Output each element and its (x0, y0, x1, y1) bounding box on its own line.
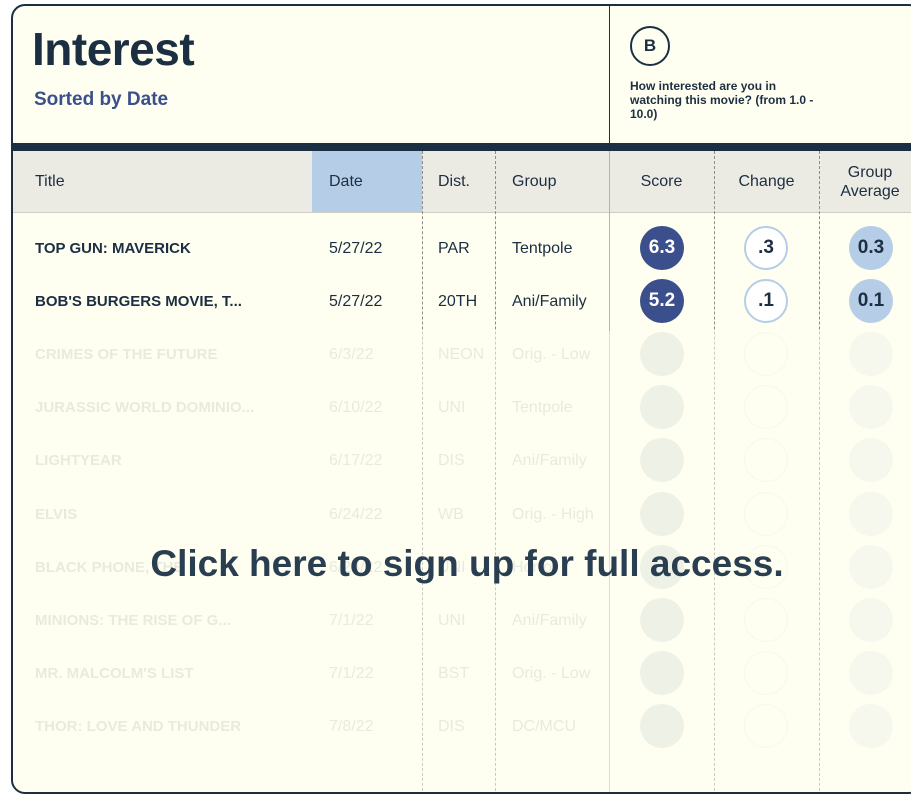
col-header-date[interactable]: Date (312, 151, 422, 212)
col-header-group-average[interactable]: Group Average (819, 151, 911, 212)
change-circle: .3 (744, 226, 788, 270)
table-row[interactable]: BOB'S BURGERS MOVIE, T... 5/27/22 20TH Ani/… (13, 275, 911, 328)
release-date: 5/27/22 (329, 292, 383, 310)
sort-label[interactable]: Sorted by Date (34, 89, 168, 111)
score-circle: 6.3 (640, 226, 684, 270)
col-header-score[interactable]: Score (609, 151, 714, 212)
header-divider (609, 6, 610, 143)
group-average-circle: 0.1 (849, 279, 893, 323)
section-badge: B (630, 26, 670, 66)
release-date: 5/27/22 (329, 239, 383, 257)
distributor: PAR (438, 239, 470, 257)
group-average-circle: 0.3 (849, 226, 893, 270)
signup-cta-link[interactable]: Click here to sign up for full access. (13, 537, 911, 591)
change-circle: .1 (744, 279, 788, 323)
col-header-dist[interactable]: Dist. (422, 151, 495, 212)
column-header-row: Title Date Dist. Group Score Change Grou… (13, 151, 911, 213)
page-title: Interest (32, 23, 195, 75)
movie-title: TOP GUN: MAVERICK (35, 240, 191, 257)
question-text: How interested are you in watching this … (630, 79, 814, 121)
col-header-group[interactable]: Group (495, 151, 609, 212)
col-header-change[interactable]: Change (714, 151, 819, 212)
movie-group: Tentpole (512, 239, 573, 257)
card-header: Interest Sorted by Date B How interested… (13, 6, 911, 143)
table-row[interactable]: TOP GUN: MAVERICK 5/27/22 PAR Tentpole 6.3 .3… (13, 222, 911, 275)
distributor: 20TH (438, 292, 478, 310)
movie-group: Ani/Family (512, 292, 587, 310)
movie-title: BOB'S BURGERS MOVIE, T... (35, 293, 242, 310)
interest-card: Interest Sorted by Date B How interested… (11, 4, 911, 794)
col-header-title[interactable]: Title (13, 151, 312, 212)
header-rule (13, 143, 911, 151)
score-circle: 5.2 (640, 279, 684, 323)
